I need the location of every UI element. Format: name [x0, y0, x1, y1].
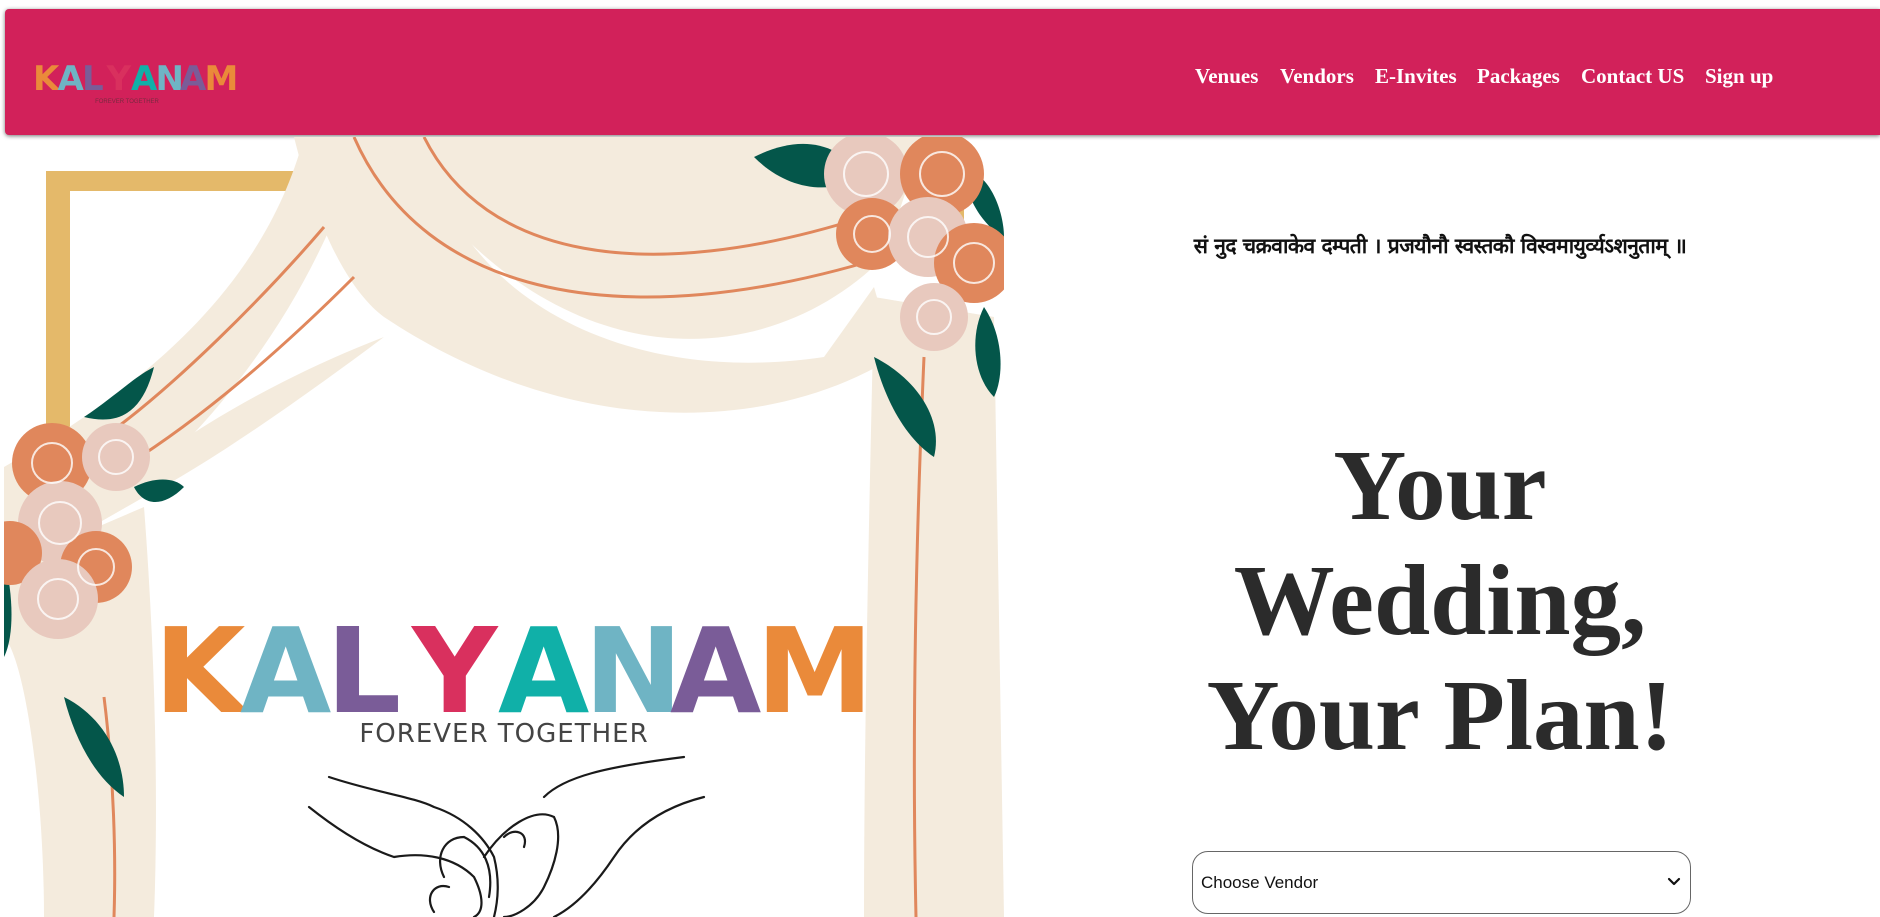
nav-vendors[interactable]: Vendors	[1280, 62, 1354, 90]
illustration-logo-letter: A	[670, 602, 761, 740]
vendor-select-wrapper: Choose Vendor	[1192, 851, 1691, 914]
illustration-logo-letter: K	[154, 602, 250, 740]
hero-title-line-3: Your Plan!	[1206, 659, 1674, 771]
nav-contact-us[interactable]: Contact US	[1581, 62, 1684, 90]
illustration-tagline: FOREVER TOGETHER	[359, 719, 648, 749]
navbar: KALYANAM FOREVER TOGETHER Venues Vendors…	[5, 9, 1880, 135]
nav-e-invites[interactable]: E-Invites	[1375, 62, 1457, 90]
nav-logo-tagline: FOREVER TOGETHER	[95, 99, 159, 105]
illustration-logo-letter: M	[756, 602, 873, 740]
wedding-arch-illustration: KAL Y ANAM FOREVER TOGETHER	[4, 137, 1004, 917]
hero-title-line-1: Your	[1333, 429, 1547, 541]
nav-venues[interactable]: Venues	[1195, 62, 1258, 90]
hero-illustration: KALYANAM FOREVER TOGETHER	[4, 137, 1004, 917]
choose-vendor-select[interactable]: Choose Vendor	[1192, 851, 1691, 914]
nav-sign-up[interactable]: Sign up	[1705, 62, 1773, 90]
sanskrit-shloka: सं नुद चक्रवाकेव दम्पती । प्रजयौनौ स्वस्…	[1193, 234, 1687, 258]
hero-title: Your Wedding, Your Plan!	[1140, 428, 1740, 773]
heart-hands-icon	[307, 755, 706, 917]
main-nav: Venues Vendors E-Invites Packages Contac…	[5, 62, 1880, 92]
hero-title-line-2: Wedding,	[1233, 544, 1647, 656]
nav-packages[interactable]: Packages	[1477, 62, 1560, 90]
illustration-logo-letter: A	[240, 602, 331, 740]
